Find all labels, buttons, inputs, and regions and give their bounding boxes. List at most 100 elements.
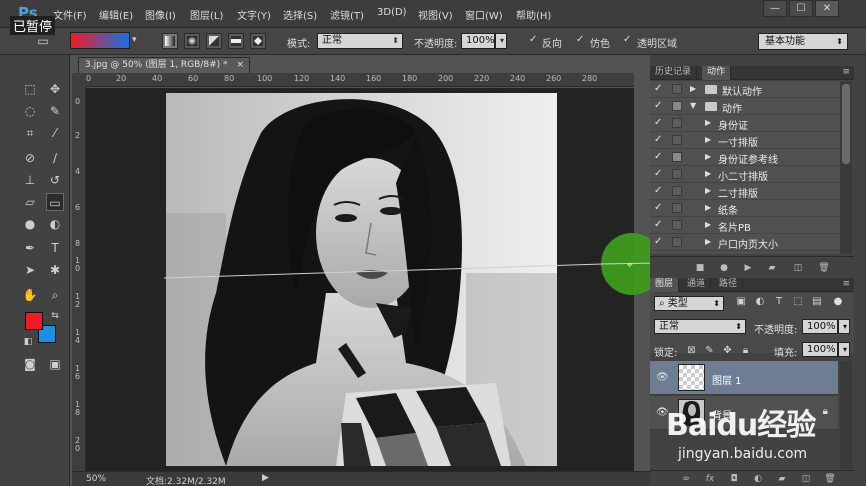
check-icon[interactable]: ✓ bbox=[654, 83, 662, 94]
expand-arrow-icon[interactable]: ▶ bbox=[705, 186, 711, 195]
expand-arrow-icon[interactable]: ▶ bbox=[705, 203, 711, 212]
workspace-select[interactable]: 基本功能 ⬍ bbox=[758, 33, 848, 50]
menu-file[interactable]: 文件(F) bbox=[53, 7, 87, 22]
foreground-color-swatch[interactable] bbox=[25, 312, 43, 330]
expand-arrow-icon[interactable]: ▶ bbox=[705, 118, 711, 127]
zoom-level[interactable]: 50% bbox=[86, 474, 106, 484]
path-selection-icon[interactable]: ➤ bbox=[21, 261, 39, 279]
link-icon[interactable]: ∞ bbox=[680, 473, 692, 485]
default-colors-icon[interactable]: ◧ bbox=[19, 333, 37, 351]
new-layer-icon[interactable]: ◫ bbox=[800, 473, 812, 485]
transparency-checkbox[interactable]: ✓ bbox=[623, 35, 633, 45]
mode-select[interactable]: 正常 ⬍ bbox=[317, 33, 403, 49]
check-icon[interactable]: ✓ bbox=[654, 219, 662, 230]
blend-mode-select[interactable]: 正常 ⬍ bbox=[654, 319, 746, 334]
opacity-input[interactable]: 100% bbox=[461, 33, 495, 49]
actions-scroll-thumb[interactable] bbox=[842, 84, 850, 164]
action-row[interactable]: ✓ ▶ 纸条 bbox=[650, 200, 840, 217]
gradient-tool-icon[interactable]: ▭ bbox=[46, 193, 64, 211]
check-icon[interactable]: ✓ bbox=[654, 117, 662, 128]
filter-smart-icon[interactable]: ▤ bbox=[811, 296, 823, 308]
layer-filter-select[interactable]: ⌕ 类型 ⬍ bbox=[654, 296, 724, 311]
reverse-checkbox[interactable]: ✓ bbox=[529, 35, 539, 45]
canvas-area[interactable] bbox=[86, 88, 634, 471]
action-row[interactable]: ✓ ▶ 二寸排版 bbox=[650, 183, 840, 200]
expand-arrow-icon[interactable]: ▶ bbox=[705, 152, 711, 161]
action-set-row[interactable]: ✓ ▼ 动作 bbox=[650, 98, 840, 115]
opacity-dropdown[interactable]: ▾ bbox=[495, 33, 507, 49]
fill-input[interactable]: 100% bbox=[802, 342, 838, 357]
eyedropper-tool-icon[interactable]: ⁄ bbox=[46, 124, 64, 142]
menu-select[interactable]: 选择(S) bbox=[283, 7, 317, 22]
gradient-dropdown-icon[interactable]: ▾ bbox=[132, 34, 144, 47]
dialog-toggle[interactable] bbox=[672, 220, 682, 230]
dialog-toggle[interactable] bbox=[672, 101, 682, 111]
shape-tool-icon[interactable]: ✱ bbox=[46, 261, 64, 279]
action-row[interactable]: ✓ ▶ 一寸排版 bbox=[650, 132, 840, 149]
stop-icon[interactable]: ■ bbox=[694, 262, 706, 274]
menu-edit[interactable]: 编辑(E) bbox=[99, 7, 133, 22]
menu-3d[interactable]: 3D(D) bbox=[377, 7, 407, 18]
mask-icon[interactable]: ◘ bbox=[728, 473, 740, 485]
eye-icon[interactable]: 👁︎ bbox=[656, 372, 669, 383]
lock-transparent-icon[interactable]: ⊠ bbox=[686, 345, 697, 356]
dodge-tool-icon[interactable]: ◐ bbox=[46, 215, 64, 233]
close-button[interactable]: ✕ bbox=[815, 0, 839, 17]
panel-menu-icon[interactable]: ≡ bbox=[842, 66, 850, 79]
dialog-toggle[interactable] bbox=[672, 169, 682, 179]
radial-gradient-button[interactable] bbox=[184, 33, 200, 49]
crop-tool-icon[interactable]: ⌗ bbox=[21, 124, 39, 142]
action-row[interactable]: ✓ ▶ 户口内页大小 bbox=[650, 234, 840, 251]
check-icon[interactable]: ✓ bbox=[654, 185, 662, 196]
clone-stamp-icon[interactable]: ⊥ bbox=[21, 171, 39, 189]
filter-pixel-icon[interactable]: ▣ bbox=[735, 296, 747, 308]
dialog-toggle[interactable] bbox=[672, 237, 682, 247]
quick-selection-tool-icon[interactable]: ✎ bbox=[46, 102, 64, 120]
panel-menu-icon[interactable]: ≡ bbox=[842, 278, 850, 291]
expand-arrow-icon[interactable]: ▶ bbox=[705, 135, 711, 144]
screen-mode-icon[interactable]: ▣ bbox=[46, 355, 64, 373]
check-icon[interactable]: ✓ bbox=[654, 100, 662, 111]
dialog-toggle[interactable] bbox=[672, 135, 682, 145]
menu-window[interactable]: 窗口(W) bbox=[465, 7, 503, 22]
quick-mask-icon[interactable]: ◙ bbox=[21, 355, 39, 373]
move-tool-icon[interactable]: ✥ bbox=[46, 80, 64, 98]
dialog-toggle[interactable] bbox=[672, 84, 682, 94]
lock-all-icon[interactable]: 🔒︎ bbox=[740, 345, 751, 356]
eraser-tool-icon[interactable]: ▱ bbox=[21, 193, 39, 211]
dialog-toggle[interactable] bbox=[672, 118, 682, 128]
angle-gradient-button[interactable] bbox=[206, 33, 222, 49]
dialog-toggle[interactable] bbox=[672, 203, 682, 213]
collapse-arrow-icon[interactable]: ▼ bbox=[690, 101, 696, 110]
check-icon[interactable]: ✓ bbox=[654, 253, 662, 254]
menu-help[interactable]: 帮助(H) bbox=[516, 7, 551, 22]
adjustment-icon[interactable]: ◐ bbox=[752, 473, 764, 485]
action-row[interactable]: ✓ ▶ 小二寸排版 bbox=[650, 166, 840, 183]
check-icon[interactable]: ✓ bbox=[654, 202, 662, 213]
tab-history[interactable]: 历史记录 bbox=[650, 66, 698, 80]
layer-opacity-dropdown[interactable]: ▾ bbox=[838, 319, 850, 334]
tab-actions[interactable]: 动作 bbox=[702, 66, 732, 80]
gradient-preview[interactable] bbox=[70, 32, 130, 49]
action-row[interactable]: ✓ ▶ 身份证参考线 bbox=[650, 149, 840, 166]
close-tab-icon[interactable]: × bbox=[236, 58, 244, 72]
filter-shape-icon[interactable]: ⬚ bbox=[792, 296, 804, 308]
record-icon[interactable]: ● bbox=[718, 262, 730, 274]
dialog-toggle[interactable] bbox=[672, 186, 682, 196]
expand-arrow-icon[interactable]: ▶ bbox=[705, 169, 711, 178]
blur-tool-icon[interactable]: ● bbox=[21, 215, 39, 233]
filter-adjustment-icon[interactable]: ◐ bbox=[754, 296, 766, 308]
check-icon[interactable]: ✓ bbox=[654, 151, 662, 162]
menu-filter[interactable]: 滤镜(T) bbox=[330, 7, 364, 22]
trash-icon[interactable]: 🗑 bbox=[824, 473, 836, 485]
swap-colors-icon[interactable]: ⇆ bbox=[46, 307, 64, 325]
action-set-row[interactable]: ✓ ▶ 默认动作 bbox=[650, 81, 840, 98]
check-icon[interactable]: ✓ bbox=[654, 134, 662, 145]
play-icon[interactable]: ▶ bbox=[742, 262, 754, 274]
check-icon[interactable]: ✓ bbox=[654, 168, 662, 179]
type-tool-icon[interactable]: T bbox=[46, 239, 64, 257]
filter-type-icon[interactable]: T bbox=[773, 296, 785, 308]
menu-type[interactable]: 文字(Y) bbox=[237, 7, 271, 22]
healing-brush-icon[interactable]: ⊘ bbox=[21, 149, 39, 167]
layer-name[interactable]: 图层 1 bbox=[712, 372, 742, 387]
